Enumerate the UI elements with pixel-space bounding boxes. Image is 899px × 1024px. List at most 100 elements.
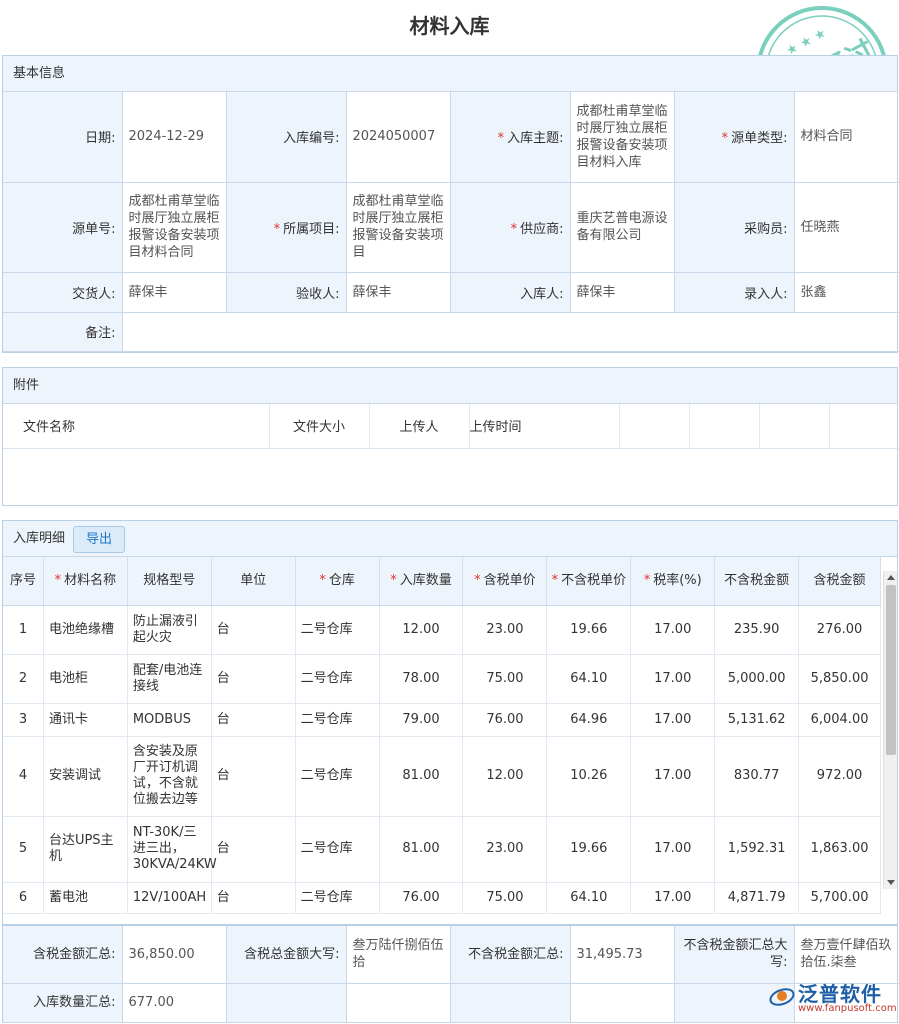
table-row[interactable]: 4安装调试含安装及原厂开订机调试，不含就位搬去边等台二号仓库81.0012.00… (3, 736, 881, 816)
table-cell: 二号仓库 (295, 703, 379, 736)
column-header-text: 规格型号 (143, 573, 195, 588)
summary-panel: 含税金额汇总: 36,850.00 含税总金额大写: 叁万陆仟捌佰伍拾 不含税金… (2, 925, 898, 1023)
table-cell: 276.00 (799, 605, 881, 654)
table-cell: 5,850.00 (799, 654, 881, 703)
table-cell: 防止漏液引起火灾 (127, 605, 211, 654)
table-cell: 5,700.00 (799, 882, 881, 913)
table-cell: 12.00 (379, 605, 463, 654)
scroll-thumb[interactable] (886, 585, 896, 755)
table-cell: 台 (211, 703, 295, 736)
column-header[interactable]: 含税金额 (799, 557, 881, 605)
table-cell: 17.00 (631, 882, 715, 913)
table-cell: 含安装及原厂开订机调试，不含就位搬去边等 (127, 736, 211, 816)
field-label-text: 入库主题: (507, 131, 563, 146)
column-header-text: 不含税金额 (724, 573, 789, 588)
table-cell: 64.10 (547, 654, 631, 703)
table-row[interactable]: 6蓄电池12V/100AH台二号仓库76.0075.0064.1017.004,… (3, 882, 881, 913)
table-cell: 电池柜 (43, 654, 127, 703)
col-extra (759, 404, 829, 448)
field-value[interactable]: 张鑫 (794, 272, 899, 312)
column-header-text: 含税单价 (484, 573, 536, 588)
table-cell: NT-30K/三进三出，30KVA/24KW (127, 816, 211, 882)
table-cell: 台达UPS主机 (43, 816, 127, 882)
required-mark: * (722, 131, 729, 146)
table-cell: 配套/电池连接线 (127, 654, 211, 703)
detail-title: 入库明细 (13, 531, 65, 546)
table-cell: 1 (3, 605, 43, 654)
column-header[interactable]: 单位 (211, 557, 295, 605)
column-header-text: 材料名称 (64, 573, 116, 588)
field-value[interactable]: 薛保丰 (122, 272, 226, 312)
field-label: 入库人: (450, 272, 570, 312)
table-cell: 17.00 (631, 654, 715, 703)
column-header[interactable]: *仓库 (295, 557, 379, 605)
required-mark: * (644, 573, 651, 588)
required-mark: * (474, 573, 481, 588)
scroll-down-icon[interactable] (887, 880, 895, 885)
field-label: 验收人: (226, 272, 346, 312)
field-value[interactable]: 薛保丰 (346, 272, 450, 312)
column-header[interactable]: *含税单价 (463, 557, 547, 605)
field-value[interactable]: 材料合同 (794, 92, 899, 182)
field-value[interactable]: 2024050007 (346, 92, 450, 182)
table-cell: 17.00 (631, 605, 715, 654)
field-value[interactable]: 重庆艺普电源设备有限公司 (570, 182, 674, 272)
table-cell: 64.10 (547, 882, 631, 913)
detail-scrollbar[interactable] (883, 571, 897, 889)
required-mark: * (319, 573, 326, 588)
column-header[interactable]: 序号 (3, 557, 43, 605)
required-mark: * (552, 573, 559, 588)
field-label: *供应商: (450, 182, 570, 272)
table-row[interactable]: 3通讯卡MODBUS台二号仓库79.0076.0064.9617.005,131… (3, 703, 881, 736)
column-header[interactable]: 不含税金额 (715, 557, 799, 605)
required-mark: * (55, 573, 62, 588)
col-upload-time: 上传时间 (469, 404, 619, 448)
summary-table: 含税金额汇总: 36,850.00 含税总金额大写: 叁万陆仟捌佰伍拾 不含税金… (3, 926, 899, 1023)
notax-caps-value: 叁万壹仟肆佰玖拾伍.柒叁 (794, 926, 899, 983)
column-header[interactable]: 规格型号 (127, 557, 211, 605)
table-cell: 5,000.00 (715, 654, 799, 703)
table-row[interactable]: 5台达UPS主机NT-30K/三进三出，30KVA/24KW台二号仓库81.00… (3, 816, 881, 882)
column-header[interactable]: *材料名称 (43, 557, 127, 605)
column-header-text: 不含税单价 (561, 573, 626, 588)
table-cell: 12V/100AH (127, 882, 211, 913)
empty-cell (226, 983, 346, 1022)
table-cell: 台 (211, 736, 295, 816)
field-label: 采购员: (674, 182, 794, 272)
table-row[interactable]: 1电池绝缘槽防止漏液引起火灾台二号仓库12.0023.0019.6617.002… (3, 605, 881, 654)
col-uploader: 上传人 (369, 404, 469, 448)
export-button[interactable]: 导出 (73, 526, 125, 553)
field-value[interactable]: 成都杜甫草堂临时展厅独立展柜报警设备安装项目材料合同 (122, 182, 226, 272)
table-row[interactable]: 2电池柜配套/电池连接线台二号仓库78.0075.0064.1017.005,0… (3, 654, 881, 703)
table-cell: 5,131.62 (715, 703, 799, 736)
field-value[interactable]: 任晓燕 (794, 182, 899, 272)
field-label-text: 源单号: (72, 222, 115, 237)
remark-field[interactable] (122, 312, 899, 351)
basic-info-header: 基本信息 (3, 56, 897, 92)
field-value[interactable]: 薛保丰 (570, 272, 674, 312)
scroll-up-icon[interactable] (887, 575, 895, 580)
col-extra (689, 404, 759, 448)
table-cell: 23.00 (463, 816, 547, 882)
table-cell: 1,592.31 (715, 816, 799, 882)
table-cell: 81.00 (379, 736, 463, 816)
column-header[interactable]: *不含税单价 (547, 557, 631, 605)
required-mark: * (498, 131, 505, 146)
column-header[interactable]: *税率(%) (631, 557, 715, 605)
table-cell: 台 (211, 605, 295, 654)
table-cell: 235.90 (715, 605, 799, 654)
col-file-name: 文件名称 (3, 404, 269, 448)
qty-total-label: 入库数量汇总: (3, 983, 122, 1022)
field-value[interactable]: 2024-12-29 (122, 92, 226, 182)
table-cell: 75.00 (463, 882, 547, 913)
column-header-text: 税率(%) (653, 573, 702, 588)
column-header-text: 序号 (10, 573, 36, 588)
field-value[interactable]: 成都杜甫草堂临时展厅独立展柜报警设备安装项目 (346, 182, 450, 272)
field-value[interactable]: 成都杜甫草堂临时展厅独立展柜报警设备安装项目材料入库 (570, 92, 674, 182)
table-cell: 75.00 (463, 654, 547, 703)
table-cell: 19.66 (547, 605, 631, 654)
column-header[interactable]: *入库数量 (379, 557, 463, 605)
tax-total-caps-label: 含税总金额大写: (226, 926, 346, 983)
page-title: 材料入库 (0, 10, 899, 39)
field-label: 交货人: (3, 272, 122, 312)
